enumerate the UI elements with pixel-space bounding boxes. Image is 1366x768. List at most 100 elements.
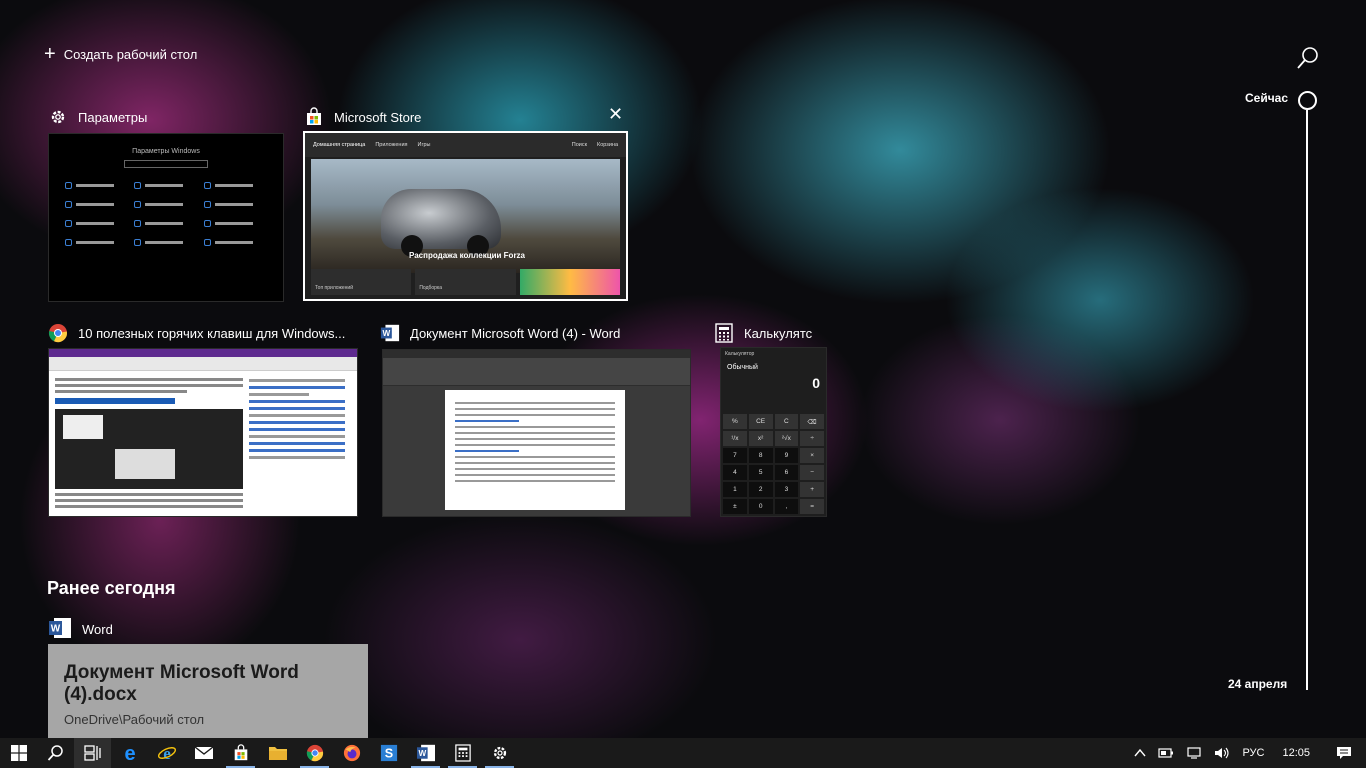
search-icon[interactable] [1294,44,1322,72]
new-desktop-button[interactable]: + Создать рабочий стол [44,44,197,64]
word-icon: W [48,617,72,642]
calc-key: ²√x [774,431,799,446]
timeline-handle[interactable] [1298,91,1317,110]
gear-icon [48,107,68,127]
word-titlebar [383,350,690,358]
volume-icon[interactable] [1208,738,1236,768]
chrome-taskbar-icon[interactable] [296,738,333,768]
svg-text:e: e [163,744,171,763]
chrome-tabs [49,349,357,357]
store-nav-home: Домашняя страница [313,142,366,148]
chevron-up-icon[interactable] [1128,738,1152,768]
settings-categories [49,168,283,260]
calc-key: 5 [748,465,773,480]
calc-key: − [800,465,824,480]
window-header-settings: Параметры [48,104,147,130]
window-title: Microsoft Store [334,109,422,125]
window-title: 10 полезных горячих клавиш для Windows..… [78,325,346,341]
network-icon[interactable] [1180,738,1208,768]
earlier-today-heading: Ранее сегодня [47,578,176,598]
task-view-icon[interactable] [74,738,111,768]
clock[interactable]: 12:05 [1270,738,1322,768]
timeline-scrollbar[interactable] [1306,110,1308,690]
window-title: Параметры [78,109,148,125]
svg-text:e: e [124,743,135,763]
calc-key: 9 [774,448,799,463]
calc-key: × [800,448,824,463]
activity-card-word-document[interactable]: Документ Microsoft Word (4).docx OneDriv… [48,644,368,744]
calc-key: C [774,414,799,429]
app-s-icon[interactable]: S [370,738,407,768]
battery-icon[interactable] [1152,738,1180,768]
plus-icon: + [44,43,56,65]
calc-key: 6 [774,465,799,480]
language-indicator[interactable]: РУС [1236,738,1270,768]
store-nav-search: Поиск [571,142,588,148]
calc-key: 4 [723,465,747,480]
calc-key: ⌫ [800,414,824,429]
word-page [445,390,625,510]
calc-keypad: % CE C ⌫ ¹/x x² ²√x ÷ 7 8 9 × 4 5 6 − 1 … [723,414,824,514]
mail-icon[interactable] [185,738,222,768]
store-tile-picks: Подборка [415,269,516,295]
settings-heading: Параметры Windows [132,148,200,155]
store-nav-games: Игры [417,142,431,148]
activity-card-path: OneDrive\Рабочий стол [64,712,205,727]
window-header-store: Microsoft Store [304,104,421,130]
search-taskbar-icon[interactable] [37,738,74,768]
store-icon [304,107,324,127]
window-header-calculator: Калькулятс [714,320,812,346]
window-header-word: W Документ Microsoft Word (4) - Word [380,320,620,346]
window-header-chrome: 10 полезных горячих клавиш для Windows..… [48,320,345,346]
store-taskbar-icon[interactable] [222,738,259,768]
internet-explorer-icon[interactable]: e [148,738,185,768]
file-explorer-icon[interactable] [259,738,296,768]
calc-key: x² [748,431,773,446]
timeline-date-label: 24 апреля [1228,677,1288,691]
activity-card-title: Документ Microsoft Word (4).docx [64,662,299,705]
window-thumbnail-settings[interactable]: Параметры Windows [48,133,284,302]
windows-icon [10,745,27,761]
store-nav: Домашняя страница Приложения Игры Поиск … [305,133,626,157]
action-center-icon[interactable] [1322,738,1366,768]
calc-key: % [723,414,747,429]
calc-key: 0 [748,499,773,514]
calc-key: + [800,482,824,497]
calc-mode: Обычный [727,364,758,371]
word-taskbar-icon[interactable]: W [407,738,444,768]
store-tile-top-apps: Топ приложений [311,269,412,295]
timeline-now-label: Сейчас [1245,91,1289,105]
calc-key: ÷ [800,431,824,446]
system-tray: РУС 12:05 [1128,738,1366,768]
chrome-page [49,371,357,515]
calculator-icon [714,323,734,343]
settings-taskbar-icon[interactable] [481,738,518,768]
window-thumbnail-calculator[interactable]: Калькулятор Обычный 0 % CE C ⌫ ¹/x x² ²√… [720,347,827,517]
taskbar: e e S W РУС 12:05 [0,738,1366,768]
chrome-icon [48,323,68,343]
calc-key: = [800,499,824,514]
window-thumbnail-word[interactable] [382,349,691,517]
window-thumbnail-chrome[interactable] [48,348,358,517]
calc-key: , [774,499,799,514]
window-title: Документ Microsoft Word (4) - Word [410,325,621,341]
store-bottom-tiles: Топ приложений Подборка [311,269,620,295]
calc-key: ¹/x [723,431,747,446]
calculator-taskbar-icon[interactable] [444,738,481,768]
edge-icon[interactable]: e [111,738,148,768]
svg-text:W: W [418,749,426,758]
calc-key: 8 [748,448,773,463]
earlier-app-name: Word [82,622,113,637]
close-window-button[interactable]: ✕ [608,104,623,125]
new-desktop-label: Создать рабочий стол [63,46,198,62]
word-icon: W [380,323,400,343]
start-button[interactable] [0,738,37,768]
svg-text:W: W [383,329,391,338]
calc-key: ± [723,499,747,514]
window-thumbnail-store[interactable]: Домашняя страница Приложения Игры Поиск … [303,131,628,301]
calc-key: CE [748,414,773,429]
firefox-icon[interactable] [333,738,370,768]
calc-key: 2 [748,482,773,497]
store-nav-apps: Приложения [375,142,408,148]
svg-text:S: S [384,747,392,761]
